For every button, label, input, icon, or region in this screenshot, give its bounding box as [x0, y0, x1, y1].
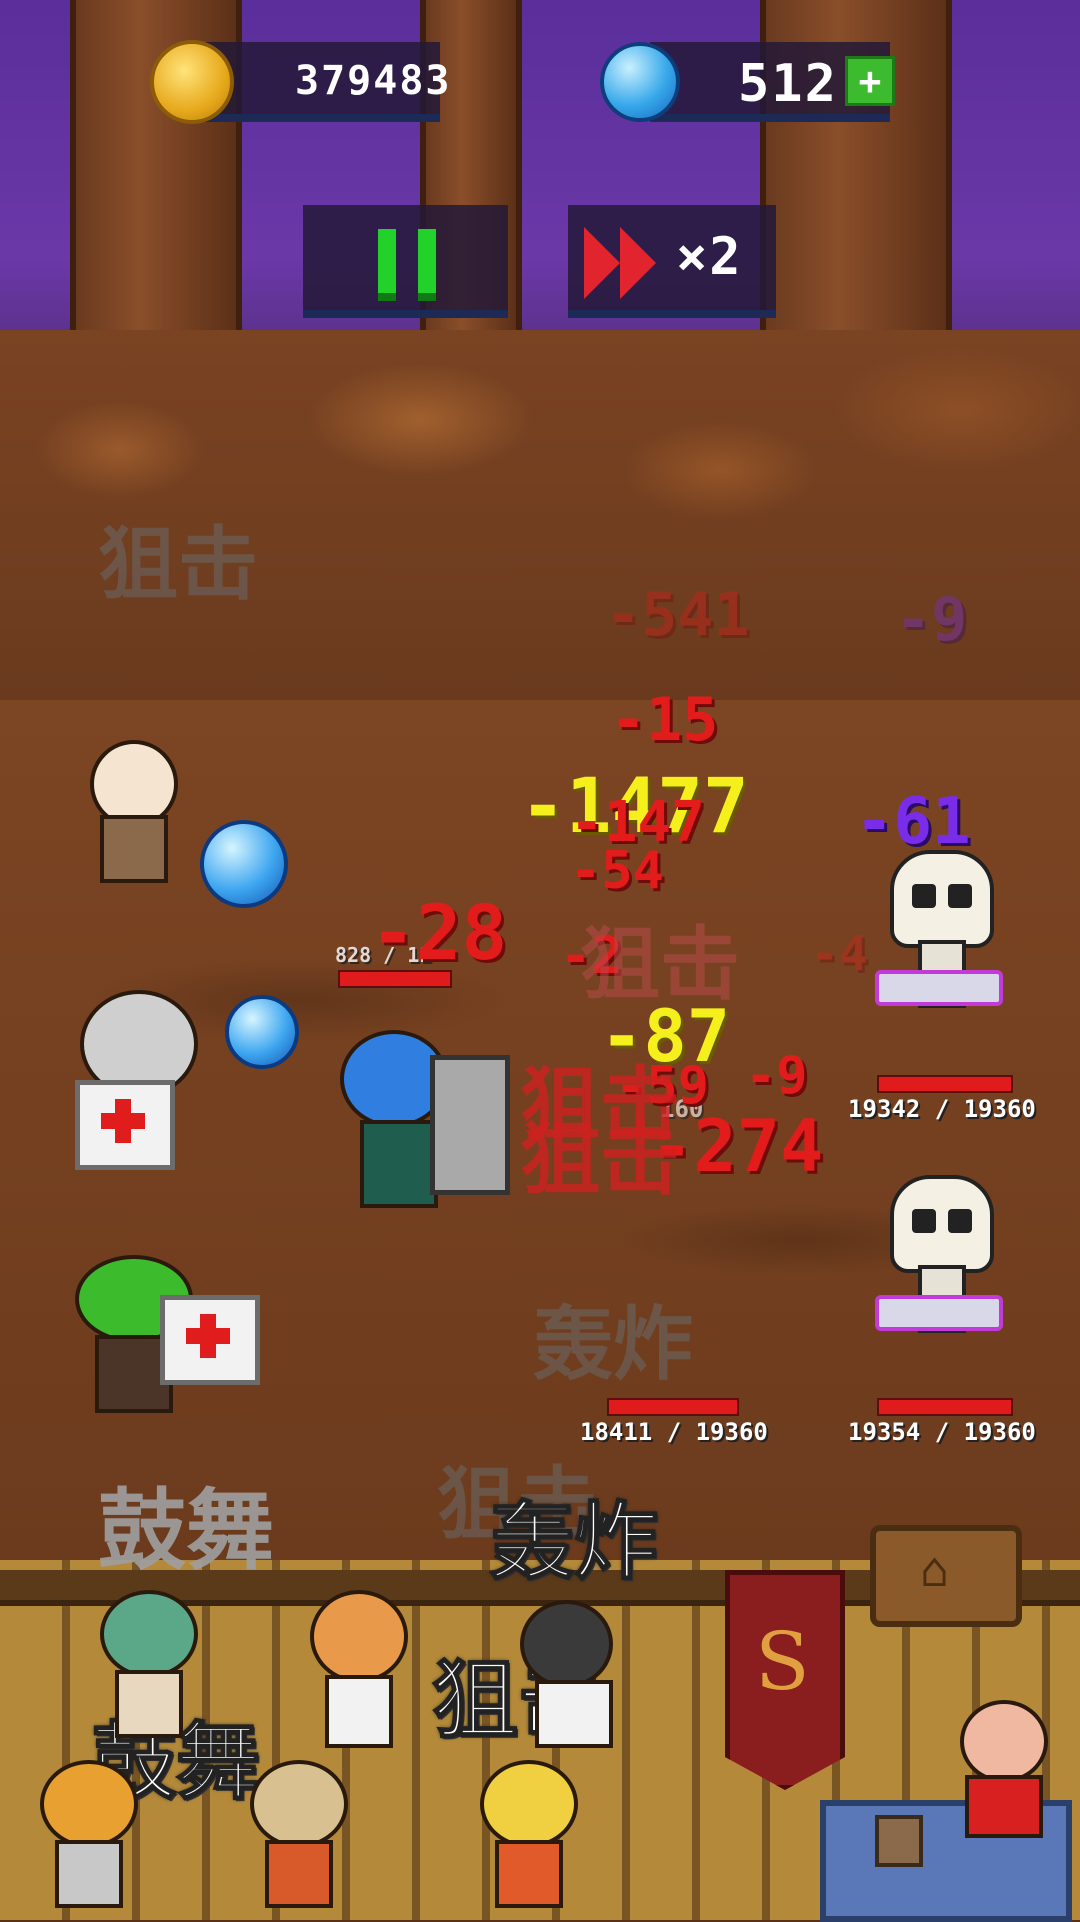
staff-orb — [225, 995, 299, 1069]
medkit-icon — [75, 1080, 175, 1170]
pause-icon — [418, 229, 436, 301]
blue-gem-icon — [600, 42, 680, 122]
magic-number: -61 — [855, 785, 971, 859]
speed-toggle-button[interactable]: ×2 — [568, 205, 776, 318]
hero-head — [480, 1760, 578, 1848]
damage-number: -28 — [370, 888, 508, 977]
magic-number: -9 — [895, 585, 968, 655]
hero-body — [535, 1680, 613, 1748]
hero-body — [965, 1775, 1043, 1838]
shopkeeper[interactable] — [950, 1700, 1060, 1840]
hero-head — [40, 1760, 138, 1848]
fast-forward-icon — [620, 227, 656, 299]
hero-head — [310, 1590, 408, 1683]
home-button[interactable]: ⌂ — [870, 1525, 1022, 1627]
reserve-hero[interactable] — [460, 1760, 620, 1910]
pause-button[interactable] — [303, 205, 508, 318]
hero-body — [265, 1840, 333, 1908]
reserve-hero[interactable] — [500, 1600, 640, 1750]
hero-body — [100, 815, 168, 883]
enemy-hp-bar — [877, 1075, 1013, 1093]
home-icon: ⌂ — [920, 1542, 949, 1598]
hero-body — [495, 1840, 563, 1908]
hero-head — [960, 1700, 1048, 1783]
dragon-emblem-icon: S — [755, 1615, 810, 1708]
coin-amount: 379483 — [295, 58, 452, 104]
hero-head — [520, 1600, 613, 1688]
hero-body — [325, 1675, 393, 1748]
hero-head — [100, 1590, 198, 1678]
enemy-hp-text: 19354 / 19360 — [848, 1418, 1036, 1446]
skull — [890, 1175, 994, 1273]
gem-amount: 512 — [738, 54, 838, 114]
healer-hero — [55, 980, 305, 1180]
damage-number: -9 — [745, 1046, 808, 1106]
hero-body — [55, 1840, 123, 1908]
reserve-hero[interactable] — [80, 1590, 220, 1740]
enemy-hp-text: 18411 / 19360 — [580, 1418, 768, 1446]
staff-orb — [200, 820, 288, 908]
pause-icon — [378, 229, 396, 301]
tower-shield — [430, 1055, 510, 1195]
fast-forward-icon — [584, 227, 620, 299]
damage-number: -541 — [605, 580, 750, 650]
skill-popup: 狙击 — [520, 1113, 680, 1206]
enemy-hp-text: 19342 / 19360 — [848, 1095, 1036, 1123]
reserve-hero[interactable] — [230, 1760, 390, 1910]
skill-popup: 狙击 — [98, 518, 258, 611]
sword — [875, 970, 1003, 1006]
hero-body — [360, 1120, 438, 1208]
hero-head — [250, 1760, 348, 1848]
skeleton-enemy — [870, 1165, 1020, 1365]
medkit-icon — [160, 1295, 260, 1385]
mug-icon — [875, 1815, 923, 1867]
damage-number: -4 — [810, 926, 868, 982]
priest-hero — [50, 720, 290, 908]
medic-hero — [65, 1255, 265, 1425]
knight-hero — [330, 1010, 530, 1220]
skill-popup: 轰炸 — [489, 1492, 659, 1592]
sword — [875, 1295, 1003, 1331]
damage-number: -54 — [570, 841, 664, 901]
skeleton-enemy — [870, 840, 1020, 1040]
enemy-hp-bar — [877, 1398, 1013, 1416]
add-gems-button[interactable]: + — [845, 56, 895, 106]
enemy-hp-bar — [607, 1398, 739, 1416]
dragon-banner: S — [725, 1570, 845, 1790]
damage-number: -15 — [610, 685, 719, 755]
skull — [890, 850, 994, 948]
reserve-hero[interactable] — [290, 1590, 430, 1750]
speed-multiplier: ×2 — [676, 227, 743, 287]
skill-popup: 轰炸 — [533, 1298, 693, 1391]
hero-body — [115, 1670, 183, 1738]
skill-popup: 鼓舞 — [98, 1479, 275, 1582]
reserve-hero[interactable] — [20, 1760, 180, 1910]
gold-coin-icon — [150, 40, 234, 124]
skill-popup: 狙击 — [580, 918, 740, 1011]
